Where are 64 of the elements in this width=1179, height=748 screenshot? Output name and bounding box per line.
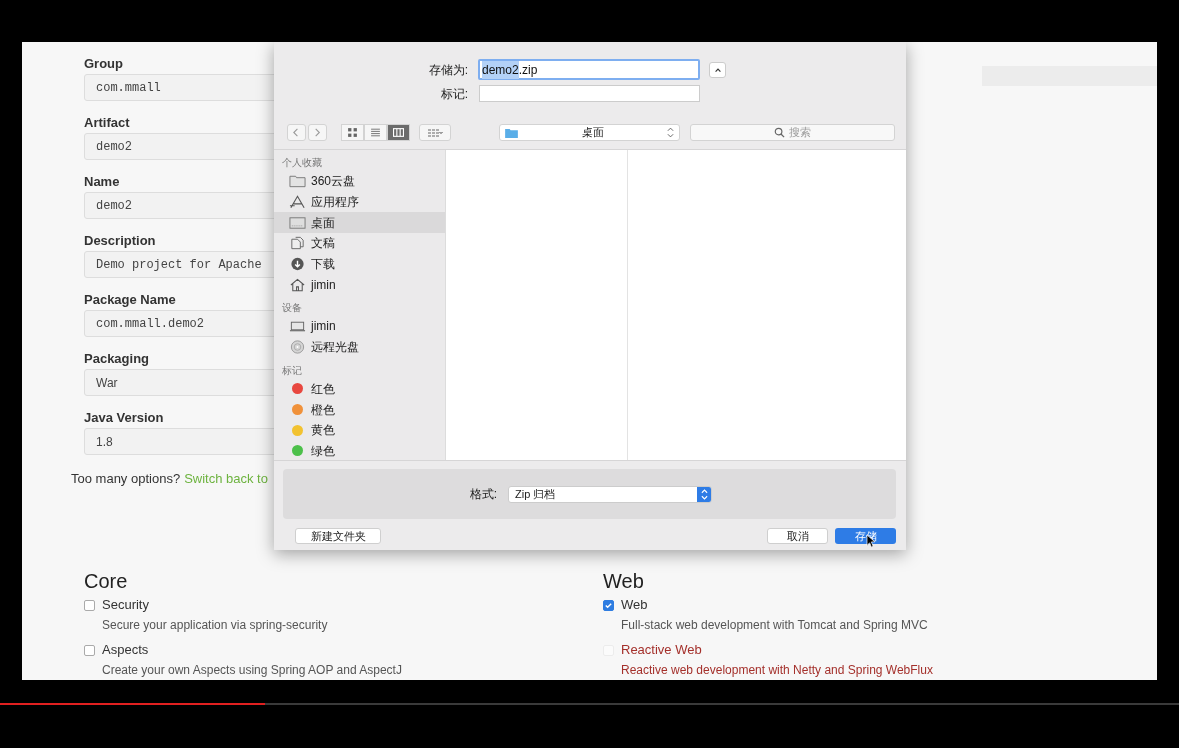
format-popup[interactable]: Zip 归档: [508, 485, 712, 503]
chevron-left-icon: [292, 128, 301, 137]
forward-button[interactable]: [308, 124, 327, 141]
chevron-right-icon: [313, 128, 322, 137]
collapse-button[interactable]: [709, 61, 726, 78]
hint-text: Too many options?: [71, 470, 181, 488]
stepper-icon: [700, 488, 708, 500]
home-icon: [289, 277, 306, 292]
dependency-description: Secure your application via spring-security: [102, 617, 329, 634]
drafting-compass-icon: [289, 195, 306, 210]
disc-icon: [289, 340, 306, 355]
dependency-name: Aspects: [102, 641, 149, 660]
sidebar-heading: 标记: [281, 363, 303, 378]
dependency-name: Reactive Web: [621, 641, 702, 660]
grid-dropdown-icon: [427, 127, 443, 138]
folder-icon: [505, 127, 518, 138]
download-icon: [289, 257, 306, 272]
checkbox[interactable]: [84, 644, 95, 656]
checkbox[interactable]: [603, 599, 614, 611]
desktop-icon: [289, 215, 306, 230]
folder-icon: [289, 174, 306, 189]
field-label: 标记:: [439, 85, 469, 103]
field-label: Package Name: [84, 291, 177, 309]
view-button[interactable]: [341, 124, 364, 141]
list-icon: [370, 127, 381, 138]
back-button[interactable]: [287, 124, 306, 141]
field-label: Description: [84, 232, 157, 250]
checkbox[interactable]: [84, 599, 95, 611]
search-icon: [774, 127, 785, 138]
sidebar-item[interactable]: 橙色: [274, 399, 445, 420]
view-button[interactable]: [387, 124, 410, 141]
field-label: Packaging: [84, 350, 151, 368]
field-label: 存储为:: [427, 61, 469, 79]
save-button[interactable]: 存储: [835, 528, 896, 544]
view-button[interactable]: [364, 124, 387, 141]
sidebar-heading: 个人收藏: [281, 156, 323, 170]
dependency-description: Create your own Aspects using Spring AOP and AspectJ: [102, 662, 403, 679]
dependency-name: Security: [102, 596, 149, 615]
sidebar-item[interactable]: 远程光盘: [274, 336, 445, 358]
tags-field[interactable]: [479, 85, 700, 102]
field-label: Artifact: [84, 114, 131, 132]
location-popup[interactable]: 桌面: [499, 124, 680, 141]
section-heading: Web: [603, 569, 645, 594]
grid-icon: [347, 127, 358, 138]
arrange-button[interactable]: [419, 124, 451, 141]
field-label: Group: [84, 55, 124, 73]
section-heading: Core: [84, 569, 129, 594]
field-label: Name: [84, 173, 121, 191]
filename-field[interactable]: demo2.zip: [478, 59, 700, 80]
laptop-icon: [289, 319, 306, 334]
sidebar-item[interactable]: 桌面: [274, 212, 445, 234]
sidebar-item[interactable]: 文稿: [274, 233, 445, 254]
dependency-description: Full-stack web development with Tomcat and Spring MVC: [621, 617, 929, 634]
dependency-name: Web: [621, 596, 648, 615]
stepper-icon: [667, 127, 674, 138]
columns-icon: [393, 127, 404, 138]
dependency-description: Reactive web development with Netty and Spring WebFlux: [621, 662, 934, 679]
cancel-button[interactable]: 取消: [767, 528, 828, 544]
documents-icon: [289, 236, 306, 251]
field-label: 格式:: [468, 486, 497, 503]
field-label: Java Version: [84, 409, 165, 427]
sidebar-item[interactable]: 360云盘: [274, 171, 445, 192]
sidebar-heading: 设备: [281, 301, 303, 316]
new-folder-button[interactable]: 新建文件夹: [295, 528, 381, 544]
